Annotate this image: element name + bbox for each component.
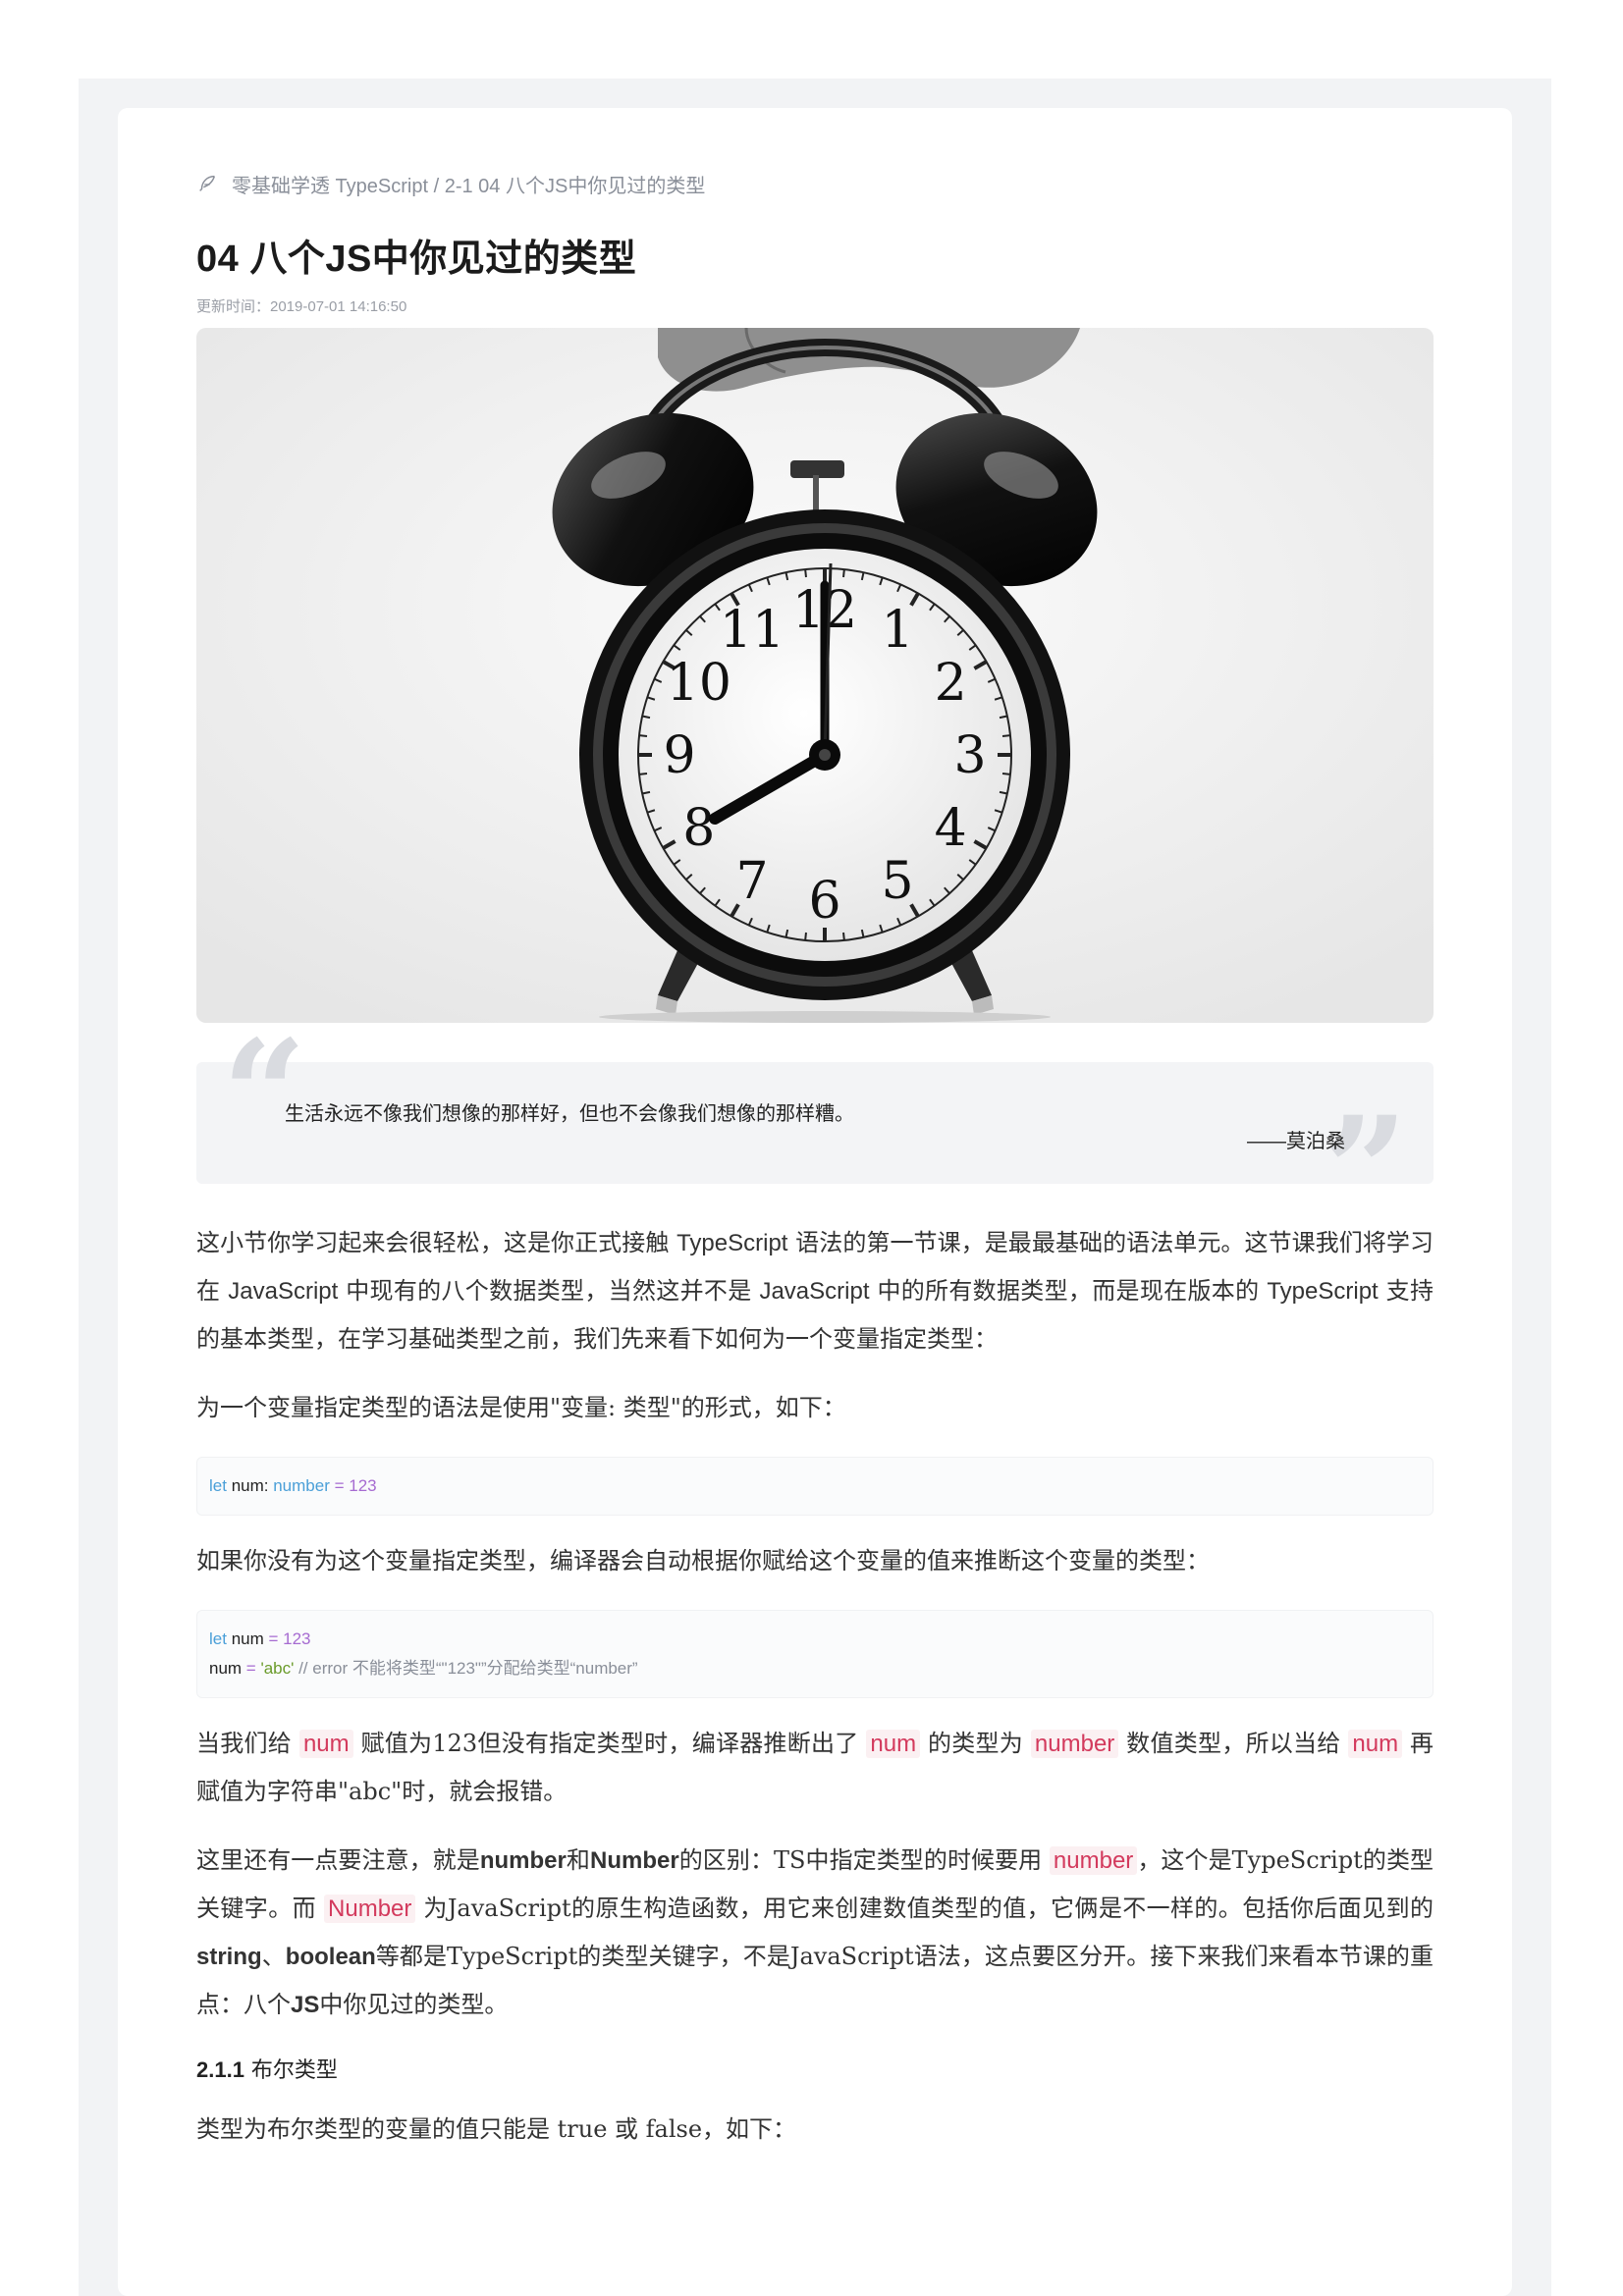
section-title: 布尔类型 <box>243 2058 338 2083</box>
syntax-paragraph: 为一个变量指定类型的语法是使用"变量: 类型"的形式，如下： <box>196 1394 846 1421</box>
clock-numeral: 3 <box>953 726 986 785</box>
text-run: 中现有的八个数据类型，当然这并不是 <box>338 1277 760 1305</box>
inline-code: number <box>1049 1846 1138 1875</box>
code-op: = <box>242 1659 261 1678</box>
code-ident: num <box>226 1629 264 1648</box>
clock-numeral: 5 <box>881 852 913 911</box>
text-run: 这小节你学习起来会很轻松，这是你正式接触 <box>196 1229 677 1256</box>
breadcrumb: 零基础学透 TypeScript / 2-1 04 八个JS中你见过的类型 <box>196 169 1434 198</box>
text-run: 中你见过的类型。 <box>319 1991 509 2018</box>
quote-text: 生活永远不像我们想像的那样好，但也不会像我们想像的那样糟。 <box>285 1103 854 1125</box>
text-run: JavaScript <box>228 1278 339 1305</box>
text-run: 当我们给 <box>196 1730 299 1757</box>
bool-intro-paragraph: 类型为布尔类型的变量的值只能是 true 或 false，如下： <box>196 2115 797 2143</box>
bold-text: JS <box>291 1992 320 2018</box>
clock-tick <box>842 568 845 578</box>
text-run: 为JavaScript的原生构造函数，用它来创建数值类型的值，它俩是不一样的。包… <box>415 1895 1434 1922</box>
clock-numeral: 9 <box>663 726 695 785</box>
code-string: 'abc' <box>260 1659 295 1678</box>
feather-icon <box>199 175 216 191</box>
text-run: 、 <box>261 1943 286 1970</box>
inline-code: num <box>1348 1730 1403 1758</box>
bold-text: string <box>196 1944 262 1970</box>
code-punct: : <box>263 1476 274 1495</box>
clock-numeral: 1 <box>881 601 913 660</box>
code-block-1: let num: number = 123 <box>196 1457 1434 1516</box>
code-block-2: let num = 123 num = 'abc' // error 不能将类型“… <box>196 1610 1434 1698</box>
text-run: TypeScript <box>676 1230 788 1256</box>
bold-text: number <box>479 1847 567 1874</box>
breadcrumb-link[interactable]: 零基础学透 TypeScript / 2-1 04 八个JS中你见过的类型 <box>232 170 705 198</box>
bold-text: boolean <box>285 1944 376 1970</box>
inline-code: num <box>298 1730 353 1758</box>
clock-tick <box>804 568 807 578</box>
text-run: JavaScript <box>759 1278 870 1305</box>
clock-numeral: 4 <box>935 799 967 858</box>
code-line: let num = 123 <box>209 1625 1421 1654</box>
quote-block: “ ” 生活永远不像我们想像的那样好，但也不会像我们想像的那样糟。 ——莫泊桑 <box>196 1021 1434 1245</box>
code-type: number <box>273 1476 330 1495</box>
close-quote-icon: ” <box>1323 1085 1408 1257</box>
clock-tick <box>638 734 648 737</box>
code-keyword: let <box>209 1476 227 1495</box>
clock-tick <box>1001 734 1011 737</box>
text-run: 的类型为 <box>920 1730 1031 1757</box>
text-run: 的区别：TS中指定类型的时候要用 <box>678 1846 1050 1874</box>
infer-paragraph: 如果你没有为这个变量指定类型，编译器会自动根据你赋给这个变量的值来推断这个变量的… <box>196 1547 1210 1575</box>
code-op: = <box>329 1476 350 1495</box>
article-card: 零基础学透 TypeScript / 2-1 04 八个JS中你见过的类型 04… <box>118 108 1512 2296</box>
clock-numeral: 11 <box>720 601 784 660</box>
clock-tick <box>804 932 807 941</box>
intro-paragraph: 这小节你学习起来会很轻松，这是你正式接触 TypeScript 语法的第一节课，… <box>196 1219 1434 1362</box>
bold-text: Number <box>589 1847 679 1874</box>
code-op: = <box>263 1629 284 1648</box>
hero-image: 121234567891011 <box>196 328 1434 1023</box>
text-run: TypeScript <box>1267 1278 1379 1305</box>
update-time: 更新时间：2019-07-01 14:16:50 <box>196 298 407 315</box>
article-content: 零基础学透 TypeScript / 2-1 04 八个JS中你见过的类型 04… <box>196 169 1434 2153</box>
clock-numeral: 2 <box>935 654 967 713</box>
quote-author: ——莫泊桑 <box>1247 1131 1345 1152</box>
alarm-clock-image: 121234567891011 <box>196 328 1434 1023</box>
inline-code: Number <box>324 1895 416 1923</box>
explain-paragraph: 当我们给 num 赋值为123但没有指定类型时，编译器推断出了 num 的类型为… <box>196 1720 1434 1815</box>
clock-numeral: 8 <box>682 799 715 858</box>
note-paragraph: 这里还有一点要注意，就是number和Number的区别：TS中指定类型的时候要… <box>196 1837 1434 2029</box>
clock-numeral: 6 <box>808 872 840 931</box>
section-number: 2.1.1 <box>196 2057 244 2082</box>
code-number: 123 <box>349 1476 377 1495</box>
text-run: 和 <box>566 1846 590 1874</box>
inline-code: number <box>1030 1730 1119 1758</box>
code-ident: num <box>209 1659 243 1678</box>
code-line: num = 'abc' // error 不能将类型“"123"”分配给类型“n… <box>209 1654 1421 1683</box>
code-ident: num <box>226 1476 264 1495</box>
text-run: 数值类型，所以当给 <box>1118 1730 1349 1757</box>
text-run: 中的所有数据类型，而是现在版本的 <box>869 1277 1268 1305</box>
code-keyword: let <box>209 1629 227 1648</box>
page-title: 04 八个JS中你见过的类型 <box>196 239 637 280</box>
text-run: 这里还有一点要注意，就是 <box>196 1846 480 1874</box>
open-quote-icon: “ <box>222 1008 307 1181</box>
inline-code: num <box>866 1730 921 1758</box>
code-number: 123 <box>283 1629 311 1648</box>
text-run: 赋值为123但没有指定类型时，编译器推断出了 <box>352 1730 867 1757</box>
code-comment: // error 不能将类型“"123"”分配给类型“number” <box>294 1659 638 1678</box>
clock-numeral: 10 <box>667 654 731 713</box>
section-heading: 2.1.1 布尔类型 <box>196 2053 1434 2084</box>
clock-numeral: 7 <box>735 852 768 911</box>
clock-tick <box>842 932 845 941</box>
